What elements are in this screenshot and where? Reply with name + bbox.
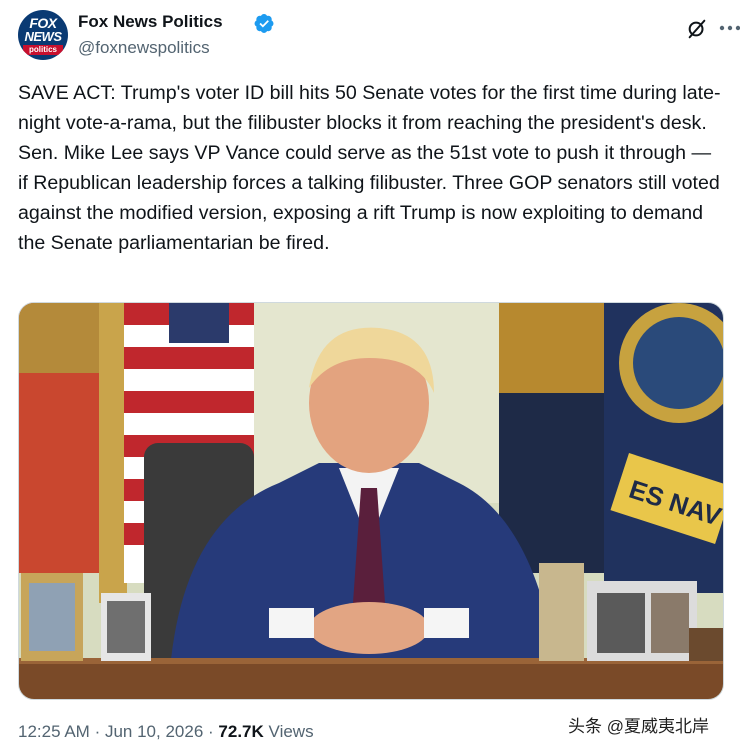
views-label: Views bbox=[268, 722, 314, 741]
meta-separator: · bbox=[94, 722, 101, 741]
verified-badge-icon bbox=[254, 14, 274, 33]
tweet-meta: 12:25 AM · Jun 10, 2026 · 72.7K Views bbox=[18, 722, 314, 742]
avatar-logo-line1: FOX bbox=[29, 15, 57, 31]
avatar-logo-line2: NEWS bbox=[24, 29, 63, 44]
avatar-logo-line3: politics bbox=[23, 45, 63, 55]
author-handle[interactable]: @foxnewspolitics bbox=[78, 38, 210, 58]
tweet-time[interactable]: 12:25 AM bbox=[18, 722, 90, 741]
views-count[interactable]: 72.7K bbox=[218, 722, 263, 741]
tweet-header: FOX NEWS politics Fox News Politics @fox… bbox=[18, 8, 740, 62]
photo-illustration: ES NAVY bbox=[19, 303, 723, 699]
author-name[interactable]: Fox News Politics bbox=[78, 12, 223, 32]
tweet-photo[interactable]: ES NAVY bbox=[18, 302, 724, 700]
grok-icon[interactable] bbox=[686, 18, 708, 40]
avatar[interactable]: FOX NEWS politics bbox=[18, 10, 68, 60]
watermark: 头条 @夏威夷北岸 bbox=[568, 717, 709, 736]
more-options-icon[interactable] bbox=[716, 17, 740, 39]
tweet-text: SAVE ACT: Trump's voter ID bill hits 50 … bbox=[18, 82, 721, 254]
meta-separator: · bbox=[208, 722, 214, 741]
tweet-date[interactable]: Jun 10, 2026 bbox=[105, 722, 203, 741]
